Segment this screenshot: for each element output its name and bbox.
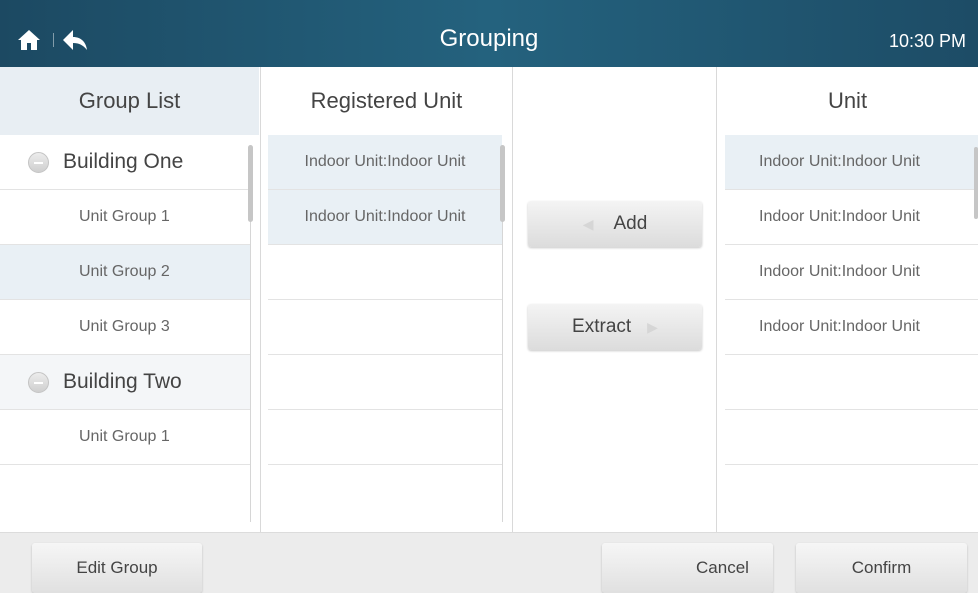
unit-row[interactable]: Indoor Unit:Indoor Unit bbox=[725, 245, 978, 300]
minus-circle-icon[interactable] bbox=[28, 371, 49, 393]
transfer-actions: ◀ Add Extract ▶ bbox=[512, 67, 716, 532]
extract-label: Extract bbox=[572, 316, 632, 337]
group-list-panel: Group List Building One Unit Group 1 Uni… bbox=[0, 67, 259, 532]
registered-unit-title: Registered Unit bbox=[310, 88, 463, 113]
arrow-left-icon: ◀ bbox=[582, 215, 594, 232]
group-list-scrollbar-thumb[interactable] bbox=[248, 145, 253, 222]
unit-label: Indoor Unit:Indoor Unit bbox=[759, 208, 920, 225]
unit-row[interactable]: Indoor Unit:Indoor Unit bbox=[725, 190, 978, 245]
unit-row[interactable]: Indoor Unit:Indoor Unit bbox=[725, 300, 978, 355]
add-label: Add bbox=[613, 213, 648, 234]
registered-scrollbar-thumb[interactable] bbox=[500, 145, 505, 222]
group-label: Unit Group 1 bbox=[79, 208, 170, 225]
group-list-item[interactable]: Unit Group 2 bbox=[0, 245, 250, 300]
edit-group-button[interactable]: Edit Group bbox=[32, 543, 202, 593]
add-button[interactable]: ◀ Add bbox=[528, 201, 702, 247]
title-bar: Grouping 10:30 PM bbox=[0, 0, 978, 67]
unit-row[interactable] bbox=[725, 410, 978, 465]
minus-circle-icon[interactable] bbox=[28, 151, 49, 173]
unit-label: Indoor Unit:Indoor Unit bbox=[304, 208, 466, 225]
registered-unit-row[interactable] bbox=[268, 245, 502, 300]
registered-unit-row[interactable] bbox=[268, 300, 502, 355]
confirm-button[interactable]: Confirm bbox=[796, 543, 967, 593]
clock: 10:30 PM bbox=[888, 31, 966, 51]
group-list-building[interactable]: Building One bbox=[0, 135, 250, 190]
group-list-building[interactable]: Building Two bbox=[0, 355, 250, 410]
unit-scrollbar-thumb[interactable] bbox=[974, 147, 978, 219]
cancel-button[interactable]: Cancel bbox=[602, 543, 773, 593]
group-label: Unit Group 3 bbox=[79, 318, 170, 335]
registered-unit-panel: Registered Unit Indoor Unit:Indoor Unit … bbox=[260, 67, 512, 532]
extract-button[interactable]: Extract ▶ bbox=[528, 304, 702, 350]
unit-panel: Unit Indoor Unit:Indoor Unit Indoor Unit… bbox=[716, 67, 978, 532]
group-label: Unit Group 2 bbox=[79, 263, 170, 280]
registered-unit-row[interactable] bbox=[268, 355, 502, 410]
arrow-right-icon: ▶ bbox=[647, 318, 658, 335]
group-label: Unit Group 1 bbox=[79, 428, 170, 445]
unit-label: Indoor Unit:Indoor Unit bbox=[759, 153, 920, 170]
group-list-item[interactable]: Unit Group 1 bbox=[0, 410, 250, 465]
unit-label: Indoor Unit:Indoor Unit bbox=[304, 153, 466, 170]
unit-row[interactable] bbox=[725, 355, 978, 410]
registered-unit-row[interactable] bbox=[268, 410, 502, 465]
bottom-bar: Edit Group Cancel Confirm bbox=[0, 532, 978, 593]
unit-row[interactable]: Indoor Unit:Indoor Unit bbox=[725, 135, 978, 190]
group-list-item[interactable]: Unit Group 3 bbox=[0, 300, 250, 355]
unit-label: Indoor Unit:Indoor Unit bbox=[759, 318, 920, 335]
building-label: Building Two bbox=[63, 370, 182, 393]
unit-label: Indoor Unit:Indoor Unit bbox=[759, 263, 920, 280]
page-title: Grouping bbox=[439, 25, 539, 52]
group-list-title: Group List bbox=[0, 67, 259, 135]
group-list-item[interactable]: Unit Group 1 bbox=[0, 190, 250, 245]
registered-unit-row[interactable]: Indoor Unit:Indoor Unit bbox=[268, 190, 502, 245]
registered-unit-row[interactable]: Indoor Unit:Indoor Unit bbox=[268, 135, 502, 190]
building-label: Building One bbox=[63, 150, 184, 173]
unit-title: Unit bbox=[827, 88, 868, 113]
